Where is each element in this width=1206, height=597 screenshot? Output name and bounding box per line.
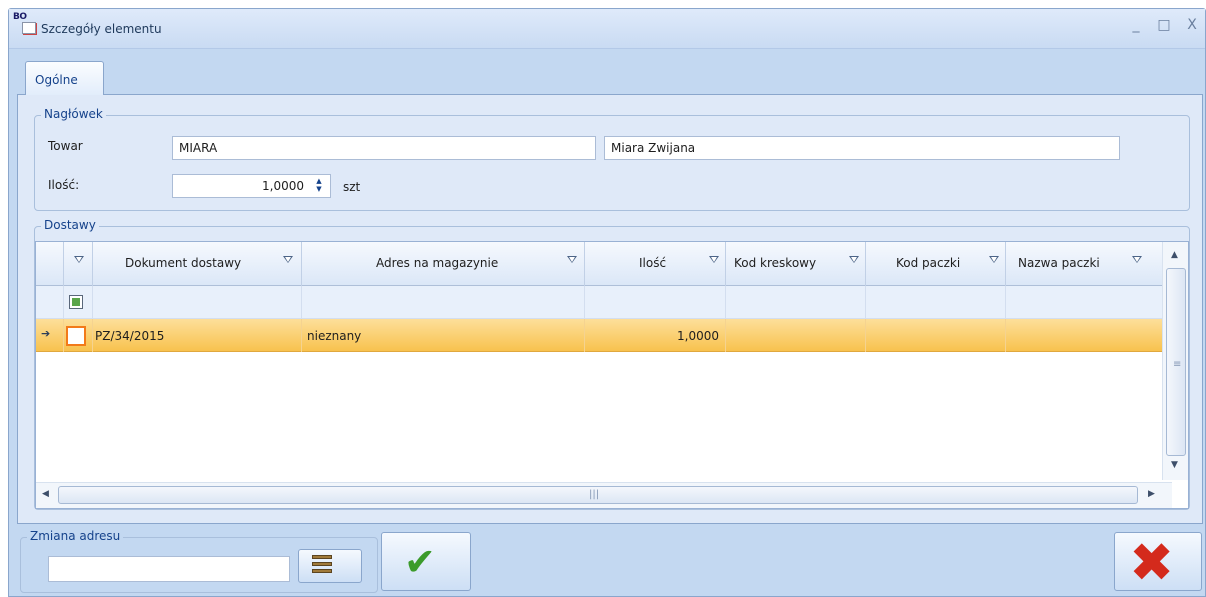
column-kod-paczki-label: Kod paczki: [896, 256, 961, 270]
column-nazwa-paczki[interactable]: Nazwa paczki: [1006, 242, 1159, 286]
column-adres-label: Adres na magazynie: [376, 256, 499, 270]
vertical-scrollbar[interactable]: ▲ ≡ ▼: [1162, 242, 1188, 480]
cancel-button[interactable]: ✖: [1114, 532, 1202, 591]
column-adres-na-magazynie[interactable]: Adres na magazynie: [302, 242, 585, 286]
cell-dokument: PZ/34/2015: [95, 329, 165, 343]
row-indicator-icon: ➔: [41, 327, 51, 340]
horizontal-scrollbar[interactable]: ◀ ||| ▶: [36, 482, 1172, 508]
minimize-button[interactable]: _: [1129, 17, 1143, 33]
scroll-up-icon[interactable]: ▲: [1171, 250, 1178, 260]
address-change-input[interactable]: [48, 556, 290, 582]
ilosc-stepper[interactable]: 1,0000 ▲ ▼: [172, 174, 331, 198]
scroll-left-icon[interactable]: ◀: [42, 489, 49, 499]
grid-header: Dokument dostawy Adres na magazynie Iloś…: [36, 242, 1166, 286]
tab-ogolne[interactable]: Ogólne: [25, 61, 104, 95]
select-all-checkbox[interactable]: [69, 295, 83, 309]
confirm-button[interactable]: ✔: [381, 532, 471, 591]
app-badge: BO: [13, 12, 27, 22]
row-indicator-header: [36, 242, 64, 286]
window-title: Szczegóły elementu: [41, 22, 162, 36]
column-ilosc-label: Ilość: [639, 256, 667, 270]
filter-icon[interactable]: [989, 255, 1000, 267]
filter-icon[interactable]: [1132, 255, 1143, 267]
horizontal-scroll-thumb[interactable]: |||: [58, 486, 1138, 504]
ilosc-label: Ilość:: [48, 178, 80, 192]
column-ilosc[interactable]: Ilość: [585, 242, 726, 286]
red-x-icon: ✖: [1129, 531, 1175, 594]
app-icon: BO: [13, 12, 39, 36]
filter-icon[interactable]: [567, 255, 578, 267]
towar-code-field[interactable]: MIARA: [172, 136, 596, 160]
scroll-down-icon[interactable]: ▼: [1171, 460, 1178, 470]
column-nazwa-paczki-label: Nazwa paczki: [1018, 256, 1100, 270]
unit-label: szt: [343, 180, 361, 194]
vertical-scroll-thumb[interactable]: ≡: [1166, 268, 1186, 456]
towar-label: Towar: [48, 139, 83, 153]
scroll-right-icon[interactable]: ▶: [1148, 489, 1155, 499]
ilosc-value: 1,0000: [262, 179, 304, 193]
maximize-button[interactable]: □: [1157, 17, 1171, 33]
column-kod-kreskowy[interactable]: Kod kreskowy: [726, 242, 866, 286]
towar-name-field[interactable]: Miara Zwijana: [604, 136, 1120, 160]
spin-arrows-icon[interactable]: ▲ ▼: [312, 177, 326, 195]
column-dokument-dostawy[interactable]: Dokument dostawy: [93, 242, 302, 286]
table-row[interactable]: ➔ PZ/34/2015 nieznany 1,0000: [36, 319, 1166, 352]
pick-address-button[interactable]: [298, 549, 362, 583]
filter-row[interactable]: [36, 286, 1166, 319]
close-button[interactable]: X: [1185, 17, 1199, 33]
filter-icon[interactable]: [74, 255, 85, 267]
address-change-legend: Zmiana adresu: [27, 529, 124, 543]
column-kod-kreskowy-label: Kod kreskowy: [734, 256, 817, 270]
tab-ogolne-label: Ogólne: [35, 73, 78, 87]
deliveries-grid[interactable]: Dokument dostawy Adres na magazynie Iloś…: [35, 241, 1189, 509]
title-bar[interactable]: BO Szczegóły elementu _ □ X: [9, 9, 1205, 49]
cell-ilosc: 1,0000: [677, 329, 719, 343]
filter-icon[interactable]: [709, 255, 720, 267]
checkmark-icon: ✔: [404, 540, 436, 584]
filter-icon[interactable]: [849, 255, 860, 267]
column-kod-paczki[interactable]: Kod paczki: [866, 242, 1006, 286]
deliveries-group-legend: Dostawy: [41, 218, 99, 232]
header-group-legend: Nagłówek: [41, 107, 106, 121]
select-column-header[interactable]: [64, 242, 93, 286]
row-checkbox[interactable]: [66, 326, 86, 346]
window-controls: _ □ X: [1129, 17, 1199, 33]
cell-adres: nieznany: [307, 329, 362, 343]
filter-icon[interactable]: [283, 255, 294, 267]
shelf-icon: [312, 555, 332, 575]
column-dokument-dostawy-label: Dokument dostawy: [125, 256, 242, 270]
